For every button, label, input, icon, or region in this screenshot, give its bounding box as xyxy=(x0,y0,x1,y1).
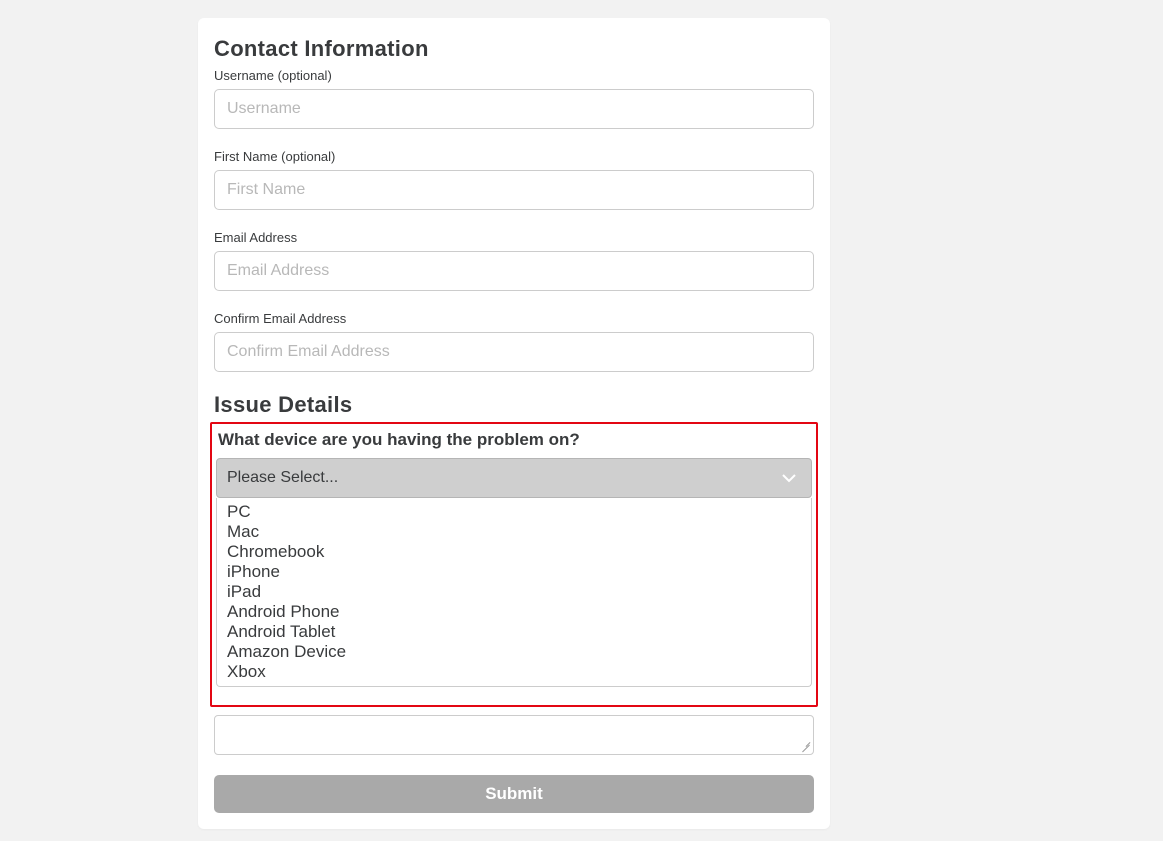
confirm-email-input[interactable] xyxy=(214,332,814,372)
chevron-down-icon xyxy=(781,470,797,486)
device-option[interactable]: iPhone xyxy=(217,562,811,582)
device-option[interactable]: Android Phone xyxy=(217,602,811,622)
device-options-panel: PC Mac Chromebook iPhone iPad Android Ph… xyxy=(216,498,812,687)
device-option[interactable]: iPad xyxy=(217,582,811,602)
device-question-label: What device are you having the problem o… xyxy=(216,430,812,450)
device-option[interactable]: Android Tablet xyxy=(217,622,811,642)
submit-button[interactable]: Submit xyxy=(214,775,814,813)
firstname-field: First Name (optional) xyxy=(214,149,814,210)
firstname-label: First Name (optional) xyxy=(214,149,814,164)
device-option[interactable]: Xbox xyxy=(217,662,811,682)
issue-section-title: Issue Details xyxy=(214,392,814,418)
confirm-email-field: Confirm Email Address xyxy=(214,311,814,372)
email-input[interactable] xyxy=(214,251,814,291)
username-input[interactable] xyxy=(214,89,814,129)
device-option[interactable]: Chromebook xyxy=(217,542,811,562)
resize-handle-icon[interactable] xyxy=(799,740,811,752)
device-option[interactable]: Amazon Device xyxy=(217,642,811,662)
device-option[interactable]: Mac xyxy=(217,522,811,542)
device-select-placeholder: Please Select... xyxy=(227,469,338,487)
firstname-input[interactable] xyxy=(214,170,814,210)
device-select-highlight: What device are you having the problem o… xyxy=(210,422,818,707)
device-select[interactable]: Please Select... xyxy=(216,458,812,498)
username-field: Username (optional) xyxy=(214,68,814,129)
confirm-email-label: Confirm Email Address xyxy=(214,311,814,326)
contact-section-title: Contact Information xyxy=(214,36,814,62)
email-field: Email Address xyxy=(214,230,814,291)
device-option[interactable]: PC xyxy=(217,502,811,522)
username-label: Username (optional) xyxy=(214,68,814,83)
support-form-card: Contact Information Username (optional) … xyxy=(198,18,830,829)
description-textarea[interactable] xyxy=(214,715,814,755)
email-label: Email Address xyxy=(214,230,814,245)
